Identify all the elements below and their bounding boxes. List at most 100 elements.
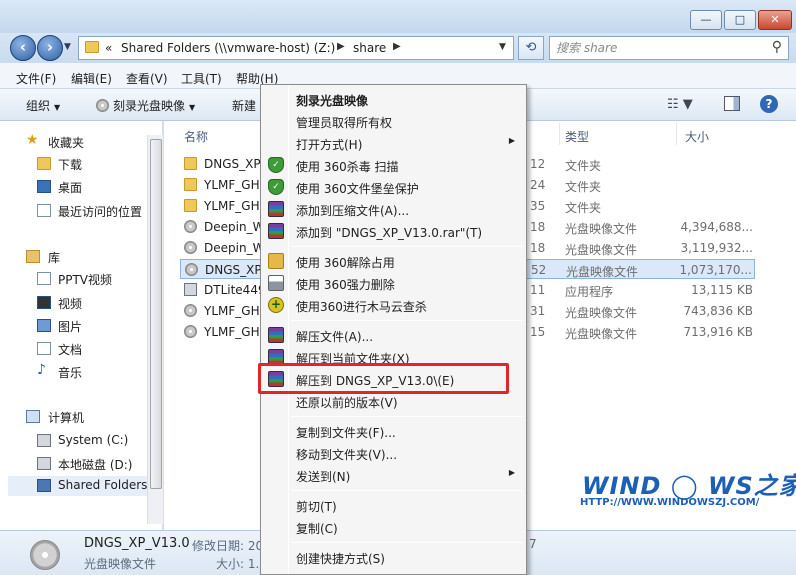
file-type: 光盘映像文件 — [565, 306, 638, 320]
search-box[interactable]: ⚲ — [549, 36, 789, 60]
details-modified: 修改日期: 20 — [192, 539, 264, 553]
folder-icon — [85, 41, 99, 53]
nav-scrollbar[interactable] — [147, 135, 163, 524]
menu-item-send-to[interactable]: 发送到(N) ▶ — [263, 464, 524, 486]
document-icon — [37, 342, 51, 355]
details-filetype: 光盘映像文件 — [84, 557, 157, 571]
column-divider[interactable] — [559, 123, 560, 145]
address-bar[interactable]: « Shared Folders (\\vmware-host) (Z:) ▶ … — [78, 36, 514, 60]
column-name[interactable]: 名称 — [184, 128, 208, 145]
annotation-highlight-box — [258, 363, 509, 394]
menu-item-extract-files[interactable]: 解压文件(A)... — [263, 324, 524, 346]
minimize-button[interactable]: — — [690, 10, 722, 30]
breadcrumb-overflow[interactable]: « — [105, 41, 112, 55]
nav-computer-label: 计算机 — [48, 411, 85, 425]
new-folder-button[interactable]: 新建 — [232, 97, 256, 114]
menu-item-add-archive[interactable]: 添加到压缩文件(A)... — [263, 198, 524, 220]
search-icon[interactable]: ⚲ — [772, 39, 782, 55]
menu-item-cut[interactable]: 剪切(T) — [263, 494, 524, 516]
menu-separator — [291, 320, 522, 321]
file-date: 18 — [530, 220, 546, 234]
column-size[interactable]: 大小 — [685, 128, 709, 145]
file-size: 4,394,688... — [680, 220, 753, 234]
menu-tools[interactable]: 工具(T) — [181, 70, 222, 87]
maximize-button[interactable]: □ — [724, 10, 756, 30]
folder-icon — [184, 178, 197, 191]
menu-item-label: 刻录光盘映像 — [296, 94, 369, 108]
menu-item-label: 使用 360杀毒 扫描 — [296, 160, 399, 174]
nav-documents-label: 文档 — [58, 343, 83, 357]
file-name: YLMF_GH — [204, 178, 260, 192]
disc-image-icon — [184, 241, 197, 254]
menu-item-create-shortcut[interactable]: 创建快捷方式(S) — [263, 546, 524, 568]
menu-item-open-with[interactable]: 打开方式(H) ▶ — [263, 132, 524, 154]
view-options-icon[interactable]: ☷ ▼ — [667, 97, 693, 112]
menu-separator — [291, 246, 522, 247]
menu-item-move-to-folder[interactable]: 移动到文件夹(V)... — [263, 442, 524, 464]
menu-item-copy-to-folder[interactable]: 复制到文件夹(F)... — [263, 420, 524, 442]
menu-item-360-scan[interactable]: ✓ 使用 360杀毒 扫描 — [263, 154, 524, 176]
chevron-right-icon[interactable]: ▶ — [337, 41, 345, 52]
column-type[interactable]: 类型 — [565, 128, 589, 145]
file-name: DNGS_XP — [205, 263, 262, 277]
file-date: 24 — [530, 178, 546, 192]
watermark-url: HTTP://WWW.WINDOWSZJ.COM/ — [580, 497, 760, 508]
computer-icon — [26, 410, 40, 423]
menu-item-copy[interactable]: 复制(C) — [263, 516, 524, 538]
windowszj-watermark: WIND ◯ WS之家 HTTP://WWW.WINDOWSZJ.COM/ — [578, 464, 796, 514]
burn-image-button[interactable]: 刻录光盘映像 ▼ — [96, 97, 195, 114]
forward-button[interactable]: › — [37, 35, 63, 61]
preview-pane-icon[interactable] — [724, 96, 740, 111]
menu-file[interactable]: 文件(F) — [16, 70, 56, 87]
details-extra: 7 — [529, 537, 537, 551]
menu-view[interactable]: 查看(V) — [126, 70, 168, 87]
nav-videos-label: 视频 — [58, 297, 83, 311]
file-size: 1,073,170... — [679, 263, 752, 277]
winrar-icon — [268, 327, 284, 343]
menu-item-label: 解压文件(A)... — [296, 330, 374, 344]
disc-image-icon — [30, 540, 60, 570]
file-date: 11 — [530, 283, 546, 297]
menu-item-burn-image[interactable]: 刻录光盘映像 — [263, 88, 524, 110]
disc-image-icon — [184, 304, 197, 317]
address-row: ‹ › ▼ « Shared Folders (\\vmware-host) (… — [0, 33, 796, 63]
app-icon — [184, 283, 197, 296]
submenu-arrow-icon: ▶ — [508, 468, 515, 477]
address-dropdown-icon[interactable]: ▼ — [499, 42, 506, 52]
refresh-button[interactable]: ⟲ — [518, 36, 544, 60]
column-divider[interactable] — [676, 123, 677, 145]
help-icon[interactable]: ? — [760, 95, 778, 113]
breadcrumb-drive[interactable]: Shared Folders (\\vmware-host) (Z:) — [121, 41, 335, 55]
menu-item-add-to-rar[interactable]: 添加到 "DNGS_XP_V13.0.rar"(T) — [263, 220, 524, 242]
breadcrumb-share[interactable]: share — [353, 41, 386, 55]
navigation-pane: ★ 收藏夹 下载 桌面 最近访问的位置 库 PPTV视频 视频 图片 文档 ♪ … — [0, 121, 163, 530]
organize-label: 组织 — [26, 99, 51, 113]
history-dropdown-icon[interactable]: ▼ — [64, 42, 71, 52]
menu-item-360-force-delete[interactable]: 使用 360强力删除 — [263, 272, 524, 294]
nav-scrollbar-thumb[interactable] — [150, 139, 162, 489]
nav-system-c-label: System (C:) — [58, 433, 129, 447]
menu-item-label: 剪切(T) — [296, 500, 337, 514]
nav-shared-folders[interactable]: Shared Folders — [8, 476, 147, 496]
unlock-icon — [268, 253, 284, 269]
organize-button[interactable]: 组织 ▼ — [26, 97, 60, 114]
nav-shared-label: Shared Folders — [58, 478, 148, 492]
shield-icon: ✓ — [268, 179, 284, 195]
menu-edit[interactable]: 编辑(E) — [71, 70, 112, 87]
menu-item-360-unlock[interactable]: 使用 360解除占用 — [263, 250, 524, 272]
menu-item-take-ownership[interactable]: 管理员取得所有权 — [263, 110, 524, 132]
details-filename: DNGS_XP_V13.0 — [84, 536, 190, 551]
context-menu: 刻录光盘映像 管理员取得所有权 打开方式(H) ▶ ✓ 使用 360杀毒 扫描 ✓ 使… — [260, 84, 527, 575]
menu-item-360-protect[interactable]: ✓ 使用 360文件堡垒保护 — [263, 176, 524, 198]
file-name: YLMF_GH — [204, 325, 260, 339]
recent-places-icon — [37, 204, 51, 217]
title-bar: — □ ✕ — [0, 0, 796, 33]
menu-item-label: 复制到文件夹(F)... — [296, 426, 396, 440]
close-button[interactable]: ✕ — [758, 10, 792, 30]
chevron-right-icon[interactable]: ▶ — [393, 41, 401, 52]
menu-separator — [291, 542, 522, 543]
back-button[interactable]: ‹ — [10, 35, 36, 61]
search-input[interactable] — [556, 40, 756, 56]
menu-item-label: 使用 360文件堡垒保护 — [296, 182, 419, 196]
menu-item-360-trojan-scan[interactable]: + 使用360进行木马云查杀 — [263, 294, 524, 316]
